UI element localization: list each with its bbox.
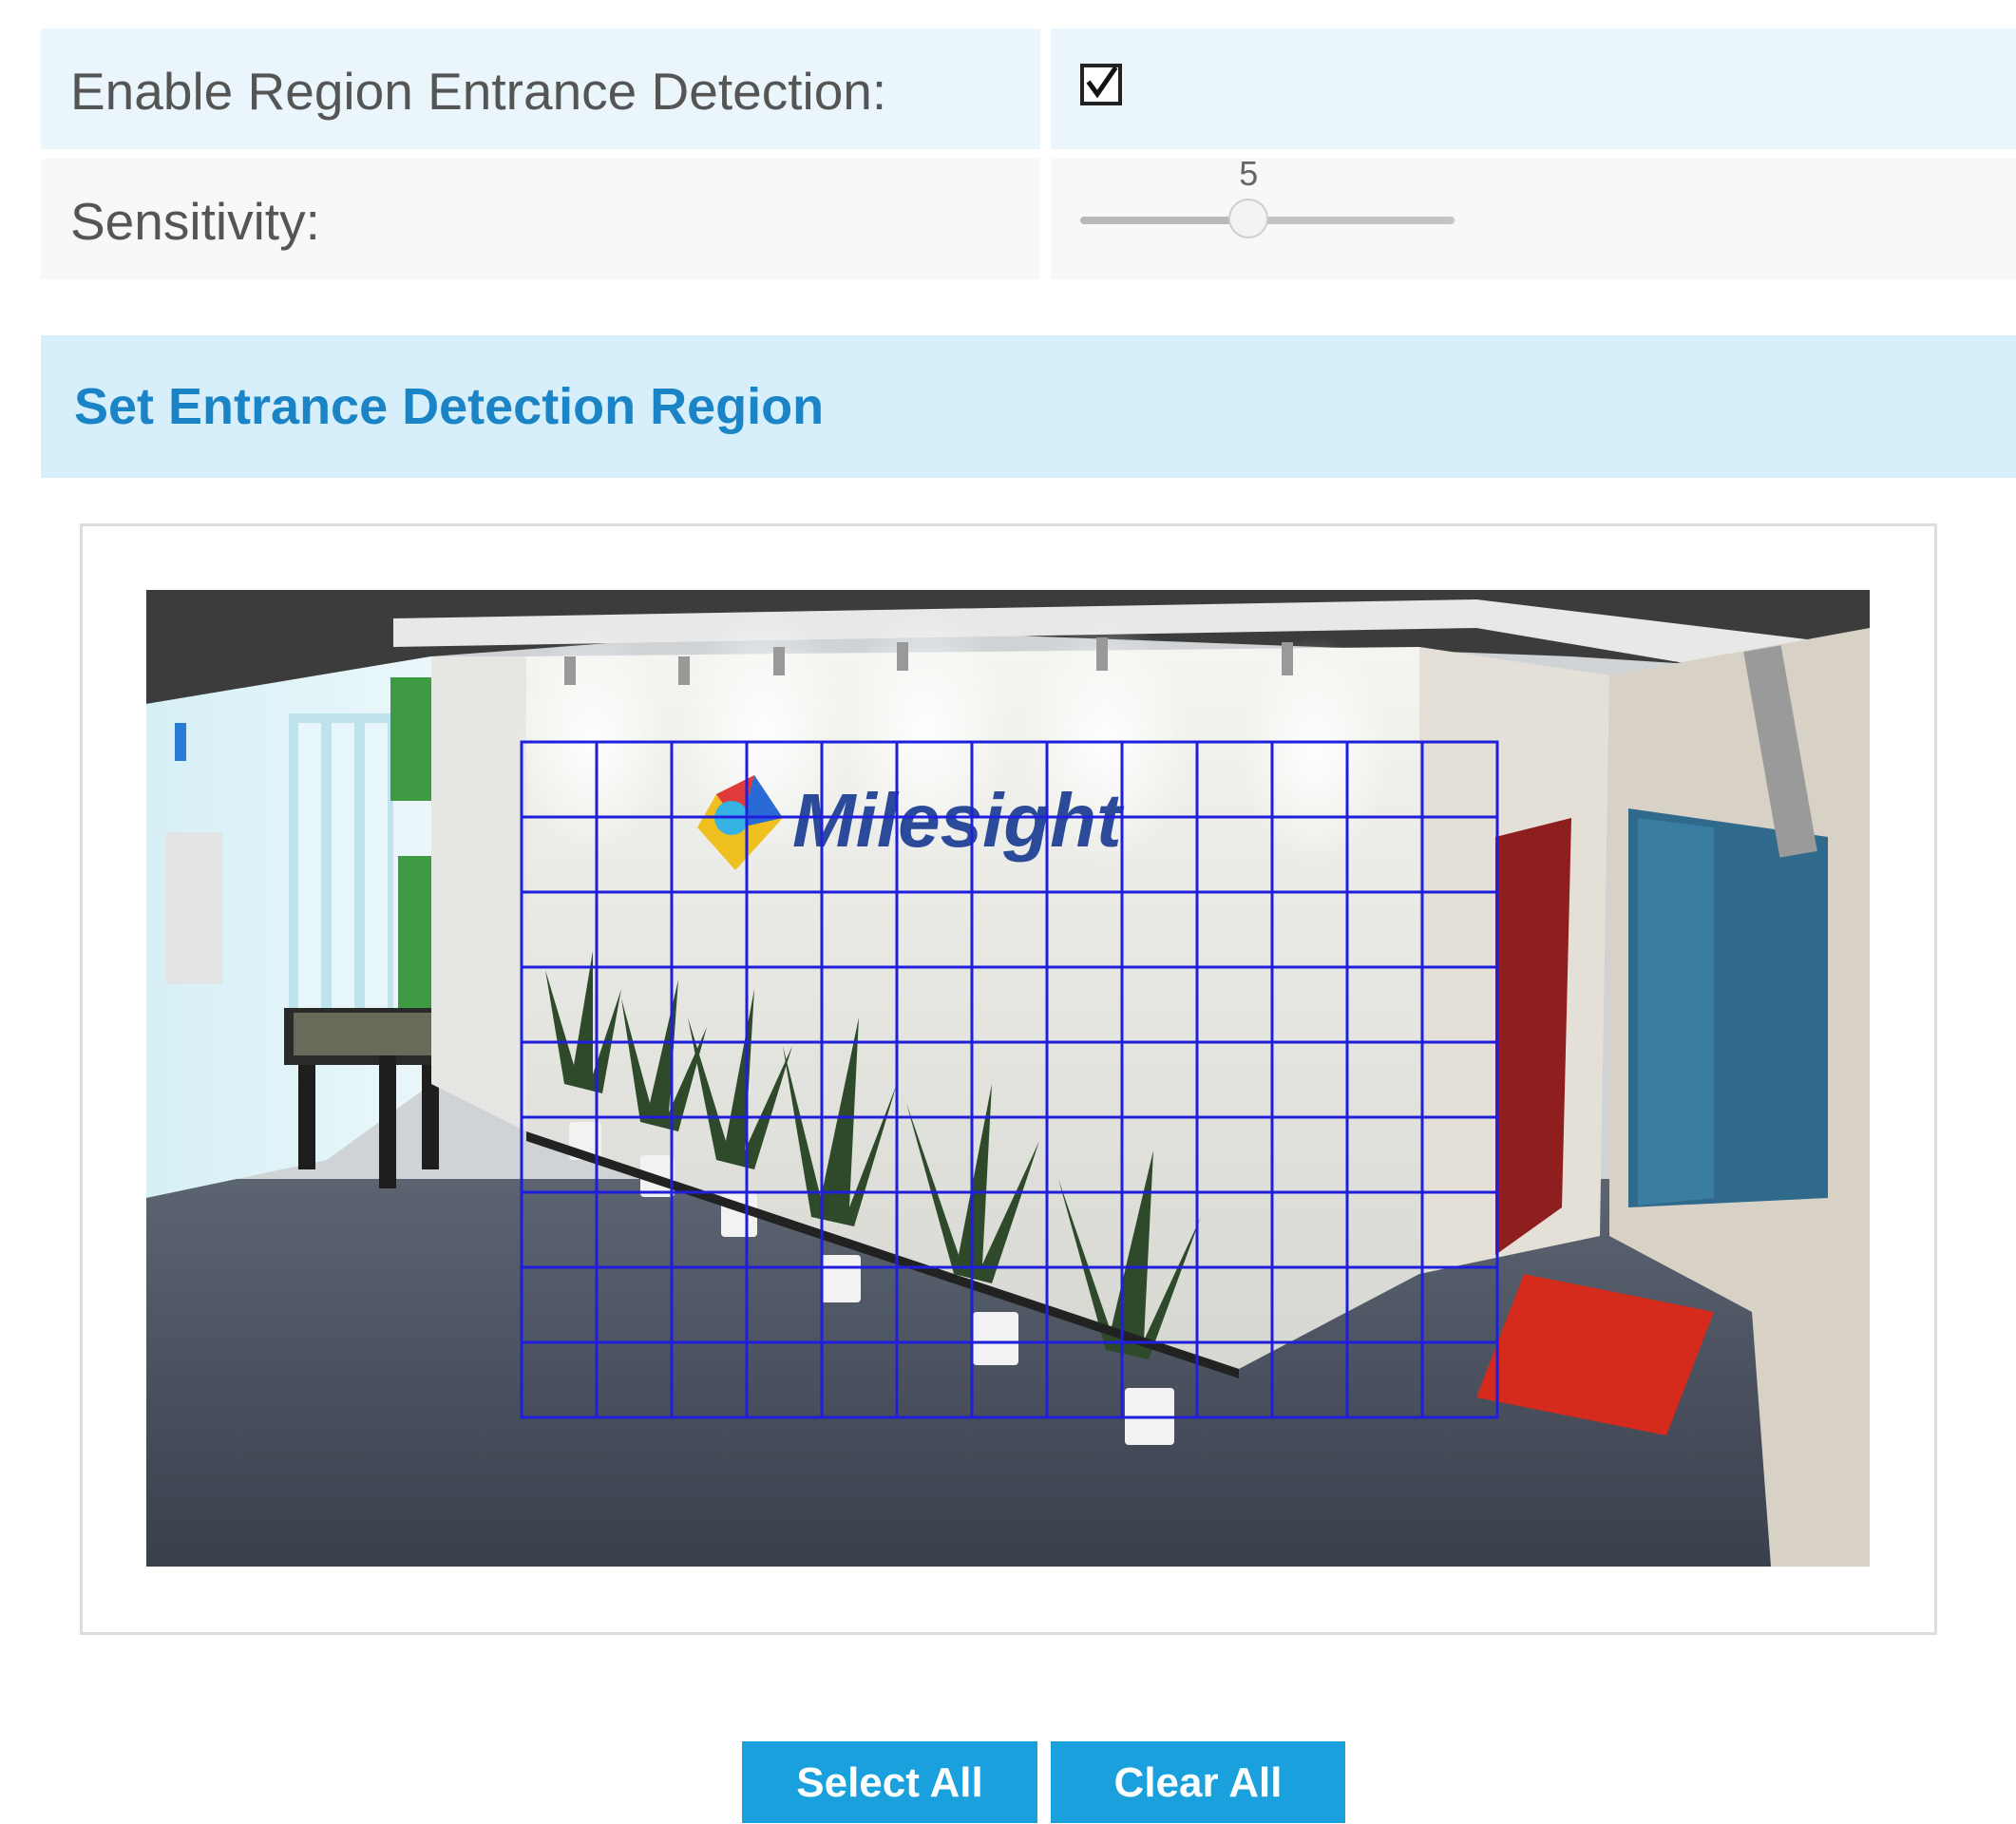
sensitivity-label: Sensitivity: [70,192,320,251]
enable-detection-label-cell: Enable Region Entrance Detection: [41,28,1040,149]
region-section-header: Set Entrance Detection Region [41,335,2016,478]
sensitivity-slider-fill [1080,217,1249,224]
sensitivity-slider-handle[interactable] [1228,199,1269,238]
sensitivity-label-cell: Sensitivity: [41,159,1040,279]
enable-detection-row: Enable Region Entrance Detection: [41,28,2016,149]
clear-all-button[interactable]: Clear All [1051,1741,1345,1823]
region-section-title: Set Entrance Detection Region [74,378,825,435]
checkmark-icon [1086,67,1118,99]
sensitivity-slider-value: 5 [1239,154,1259,193]
select-all-button[interactable]: Select All [742,1741,1037,1823]
milesight-logo-text: Milesight [792,778,1125,863]
sensitivity-row: Sensitivity: [41,159,2016,279]
camera-live-view[interactable]: Milesight [146,590,1870,1567]
enable-detection-value-cell [1051,28,2016,149]
camera-scene: Milesight [146,590,1870,1567]
enable-detection-checkbox[interactable] [1080,64,1122,105]
enable-detection-label: Enable Region Entrance Detection: [70,62,887,121]
